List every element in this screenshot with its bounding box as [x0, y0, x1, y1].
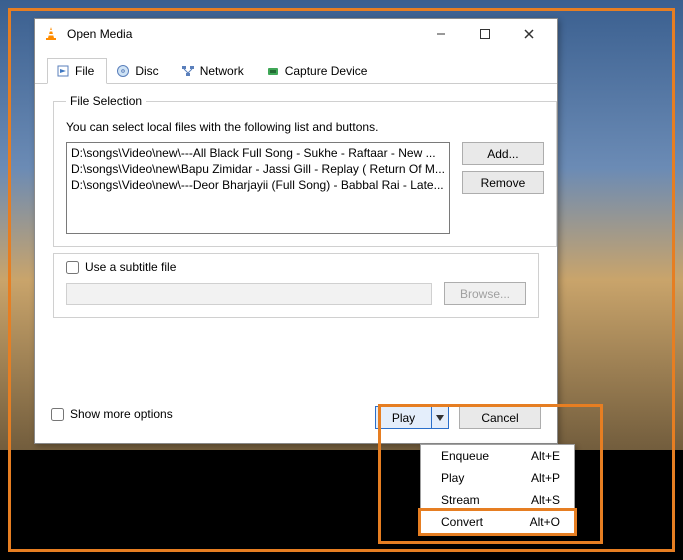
file-selection-hint: You can select local files with the foll…: [66, 120, 544, 134]
menu-item-label: Enqueue: [441, 449, 489, 463]
browse-subtitle-button: Browse...: [444, 282, 526, 305]
menu-item-label: Convert: [441, 515, 483, 529]
show-more-options-checkbox[interactable]: [51, 408, 64, 421]
subtitle-path-input: [66, 283, 432, 305]
close-button[interactable]: [507, 20, 551, 48]
add-button[interactable]: Add...: [462, 142, 544, 165]
menu-item-accel: Alt+P: [531, 471, 560, 485]
tab-label: Capture Device: [285, 64, 368, 78]
play-button[interactable]: Play: [375, 406, 431, 429]
tab-label: Network: [200, 64, 244, 78]
use-subtitle-label: Use a subtitle file: [85, 260, 176, 274]
list-item[interactable]: D:\songs\Video\new\---All Black Full Son…: [71, 145, 445, 161]
open-media-dialog: Open Media File Disc Network: [34, 18, 558, 444]
file-selection-legend: File Selection: [66, 94, 146, 108]
menu-item-accel: Alt+O: [530, 515, 560, 529]
chevron-down-icon: [436, 415, 444, 421]
minimize-button[interactable]: [419, 20, 463, 48]
disc-icon: [116, 64, 130, 78]
use-subtitle-checkbox-row[interactable]: Use a subtitle file: [66, 260, 526, 274]
tab-file[interactable]: File: [47, 58, 107, 84]
cancel-button[interactable]: Cancel: [459, 406, 541, 429]
use-subtitle-checkbox[interactable]: [66, 261, 79, 274]
show-more-options-label: Show more options: [70, 407, 173, 421]
file-listbox[interactable]: D:\songs\Video\new\---All Black Full Son…: [66, 142, 450, 234]
maximize-icon: [480, 29, 490, 39]
menu-item-accel: Alt+S: [531, 493, 560, 507]
file-icon: [56, 64, 70, 78]
tab-disc[interactable]: Disc: [107, 58, 171, 84]
menu-item-enqueue[interactable]: Enqueue Alt+E: [421, 445, 574, 467]
play-split-button[interactable]: Play: [375, 406, 449, 429]
close-icon: [523, 28, 535, 40]
menu-item-play[interactable]: Play Alt+P: [421, 467, 574, 489]
network-icon: [181, 64, 195, 78]
play-dropdown-toggle[interactable]: [431, 406, 449, 429]
tab-label: File: [75, 64, 94, 78]
tab-network[interactable]: Network: [172, 58, 257, 84]
tab-label: Disc: [135, 64, 158, 78]
file-selection-group: File Selection You can select local file…: [53, 94, 557, 247]
minimize-icon: [436, 29, 446, 39]
play-dropdown-menu: Enqueue Alt+E Play Alt+P Stream Alt+S Co…: [420, 444, 575, 534]
window-title: Open Media: [67, 27, 132, 41]
tab-bar: File Disc Network Capture Device: [35, 49, 557, 84]
list-item[interactable]: D:\songs\Video\new\---Deor Bharjayii (Fu…: [71, 177, 445, 193]
tab-capture-device[interactable]: Capture Device: [257, 58, 381, 84]
menu-item-label: Stream: [441, 493, 480, 507]
remove-button[interactable]: Remove: [462, 171, 544, 194]
menu-item-accel: Alt+E: [531, 449, 560, 463]
titlebar: Open Media: [35, 19, 557, 49]
capture-icon: [266, 64, 280, 78]
menu-item-convert[interactable]: Convert Alt+O: [418, 508, 577, 536]
maximize-button[interactable]: [463, 20, 507, 48]
subtitle-group: Use a subtitle file Browse...: [53, 253, 539, 318]
vlc-cone-icon: [43, 26, 59, 42]
menu-item-label: Play: [441, 471, 464, 485]
show-more-options-row[interactable]: Show more options: [51, 407, 173, 421]
list-item[interactable]: D:\songs\Video\new\Bapu Zimidar - Jassi …: [71, 161, 445, 177]
